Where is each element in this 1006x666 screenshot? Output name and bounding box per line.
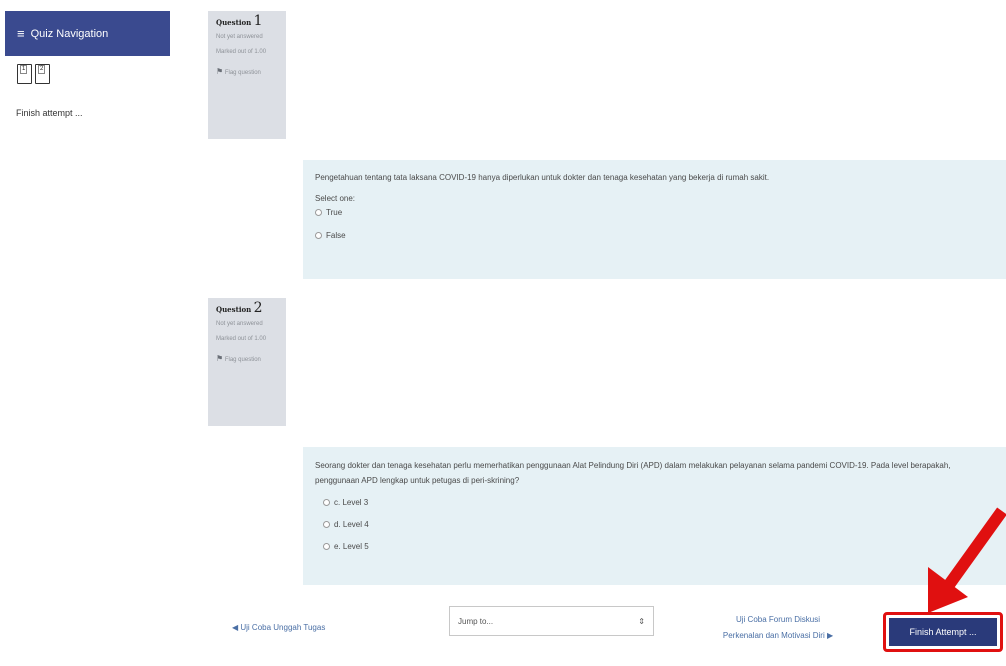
radio-button[interactable] bbox=[315, 209, 322, 216]
quiz-nav-button-1[interactable]: 1 bbox=[17, 64, 32, 84]
question-title: Question 1 bbox=[216, 13, 263, 29]
flag-question[interactable]: ⚑ Flag question bbox=[216, 67, 278, 78]
quiz-navigation-label: Quiz Navigation bbox=[30, 27, 109, 40]
flag-icon: ⚑ bbox=[216, 67, 224, 76]
question-marks: Marked out of 1.00 bbox=[216, 49, 267, 55]
answer-option-e[interactable]: e. Level 5 bbox=[315, 542, 994, 551]
answer-option-false[interactable]: False bbox=[315, 231, 994, 240]
question-info-1: Question 1 Not yet answered Marked out o… bbox=[208, 11, 286, 139]
quiz-nav-button-2[interactable]: 2 bbox=[35, 64, 50, 84]
flag-question[interactable]: ⚑ Flag question bbox=[216, 354, 278, 365]
flag-icon: ⚑ bbox=[216, 354, 224, 363]
jump-to-value: Jump to... bbox=[458, 616, 494, 626]
question-text: Pengetahuan tentang tata laksana COVID-1… bbox=[315, 173, 770, 182]
next-activity-link[interactable]: Uji Coba Forum Diskusi Perkenalan dan Mo… bbox=[693, 612, 863, 644]
finish-attempt-highlight: Finish Attempt ... bbox=[883, 612, 1003, 652]
radio-button[interactable] bbox=[323, 499, 330, 506]
question-status: Not yet answered bbox=[216, 34, 263, 40]
question-text: Seorang dokter dan tenaga kesehatan perl… bbox=[315, 461, 951, 485]
annotation-arrow-icon bbox=[928, 507, 1006, 613]
answer-option-true[interactable]: True bbox=[315, 208, 994, 217]
menu-icon: ≡ bbox=[17, 26, 25, 41]
question-content-2: Seorang dokter dan tenaga kesehatan perl… bbox=[303, 447, 1006, 585]
previous-activity-link[interactable]: ◀ Uji Coba Unggah Tugas bbox=[232, 623, 325, 632]
question-content-1: Pengetahuan tentang tata laksana COVID-1… bbox=[303, 160, 1006, 279]
select-arrows-icon: ⇕ bbox=[638, 616, 645, 626]
answer-option-c[interactable]: c. Level 3 bbox=[315, 498, 994, 507]
radio-button[interactable] bbox=[315, 232, 322, 239]
select-one-prompt: Select one: bbox=[315, 194, 356, 203]
radio-button[interactable] bbox=[323, 543, 330, 550]
question-marks: Marked out of 1.00 bbox=[216, 336, 267, 342]
question-title: Question 2 bbox=[216, 300, 263, 316]
quiz-nav-buttons: 1 2 bbox=[17, 64, 50, 84]
radio-button[interactable] bbox=[323, 521, 330, 528]
jump-to-select[interactable]: Jump to... ⇕ bbox=[449, 606, 654, 636]
finish-attempt-button[interactable]: Finish Attempt ... bbox=[889, 618, 997, 646]
question-status: Not yet answered bbox=[216, 321, 263, 327]
quiz-navigation-header[interactable]: ≡ Quiz Navigation bbox=[5, 11, 170, 56]
finish-attempt-link[interactable]: Finish attempt ... bbox=[16, 108, 83, 118]
answer-option-d[interactable]: d. Level 4 bbox=[315, 520, 994, 529]
question-info-2: Question 2 Not yet answered Marked out o… bbox=[208, 298, 286, 426]
